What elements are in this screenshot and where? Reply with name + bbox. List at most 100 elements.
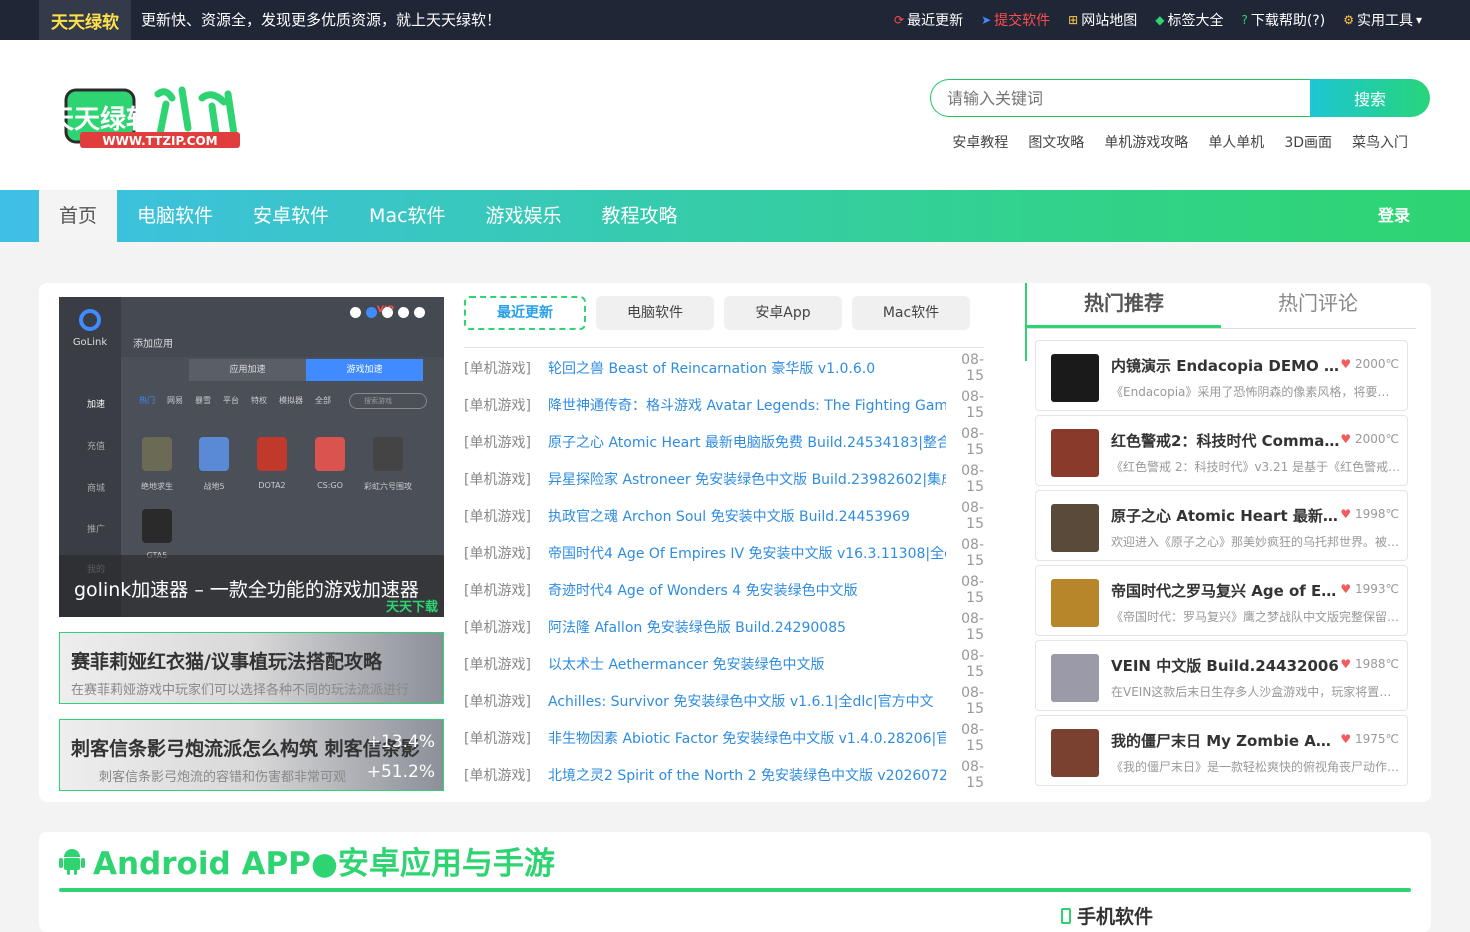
hotword-link[interactable]: 图文攻略 <box>1028 132 1084 152</box>
download-help-link[interactable]: ? 下载帮助(?) <box>1241 10 1325 30</box>
paper-plane-icon: ➤ <box>981 13 992 27</box>
login-button[interactable]: 登录 <box>1378 190 1410 242</box>
hot-item[interactable]: 内镜演示 Endacopia DEMO 游戏 ♥ 2000℃ 《Endacopi… <box>1035 340 1408 411</box>
sitemap-link[interactable]: ⊞ 网站地图 <box>1068 10 1137 30</box>
hotword-link[interactable]: 单机游戏攻略 <box>1104 132 1188 152</box>
search-input[interactable] <box>930 79 1310 117</box>
item-title[interactable]: 帝国时代4 Age Of Empires IV 免安装中文版 v16.3.113… <box>548 543 946 563</box>
item-category[interactable]: [单机游戏] <box>464 469 548 489</box>
heart-icon: ♥ <box>1340 357 1352 371</box>
slider-app-filters: 热门 网易 暴雪 平台 特权 模拟器 全部 <box>139 396 331 405</box>
slider-dot[interactable] <box>398 307 409 318</box>
tab-hot-recommend[interactable]: 热门推荐 <box>1027 283 1221 328</box>
tab-pc[interactable]: 电脑软件 <box>596 296 714 330</box>
item-title[interactable]: Achilles: Survivor 免安装绿色中文版 v1.6.1|全dlc|… <box>548 691 946 711</box>
hot-item-desc: 《红色警戒 2：科技时代》v3.21 是基于《红色警戒 2》 <box>1111 460 1401 474</box>
update-list: [单机游戏] 轮回之兽 Beast of Reincarnation 豪华版 v1… <box>464 349 984 793</box>
tab-mac[interactable]: Mac软件 <box>852 296 970 330</box>
item-date: 08-15 <box>961 499 984 532</box>
hot-item[interactable]: 原子之心 Atomic Heart 最新电脑版免费 ♥ 1998℃ 欢迎进入《原… <box>1035 490 1408 561</box>
heart-icon: ♥ <box>1340 432 1352 446</box>
article-card[interactable]: 赛菲莉娅红衣猫/议事植玩法搭配攻略 在赛菲莉娅游戏中玩家们可以选择各种不同的玩法… <box>59 632 444 704</box>
item-title[interactable]: 异星探险家 Astroneer 免安装绿色中文版 Build.23982602|… <box>548 469 946 489</box>
hotword-link[interactable]: 安卓教程 <box>952 132 1008 152</box>
heart-icon: ♥ <box>1340 657 1352 671</box>
nav-mac-software[interactable]: Mac软件 <box>349 190 465 242</box>
hot-item[interactable]: VEIN 中文版 Build.24432006 ♥ 1988℃ 在VEIN这款后… <box>1035 640 1408 711</box>
hotword-link[interactable]: 菜鸟入门 <box>1352 132 1408 152</box>
item-category[interactable]: [单机游戏] <box>464 543 548 563</box>
hot-item-heat: ♥ 1998℃ <box>1340 507 1399 521</box>
hot-item-title: 帝国时代之罗马复兴 Age of Empires <box>1111 582 1341 600</box>
item-category[interactable]: [单机游戏] <box>464 580 548 600</box>
item-category[interactable]: [单机游戏] <box>464 432 548 452</box>
heart-icon: ♥ <box>1340 732 1352 746</box>
hot-item-heat: ♥ 1993℃ <box>1340 582 1399 596</box>
slider-dot[interactable] <box>366 307 377 318</box>
gta5-icon <box>142 509 172 543</box>
nav-home[interactable]: 首页 <box>39 190 118 242</box>
tools-dropdown[interactable]: ⚙ 实用工具 ▾ <box>1343 10 1422 30</box>
list-item: [单机游戏] 以太术士 Aethermancer 免安装绿色中文版 08-15 <box>464 645 984 682</box>
slider-dot[interactable] <box>350 307 361 318</box>
hot-item[interactable]: 红色警戒2：科技时代 Command & Conquer ♥ 2000℃ 《红色… <box>1035 415 1408 486</box>
nav-games[interactable]: 游戏娱乐 <box>466 190 582 242</box>
item-title[interactable]: 奇迹时代4 Age of Wonders 4 免安装绿色中文版 <box>548 580 946 600</box>
item-category[interactable]: [单机游戏] <box>464 358 548 378</box>
hot-item-desc: 《Endacopia》采用了恐怖阴森的像素风格，将要扮演一 <box>1111 385 1401 399</box>
logo-url: WWW.TTZIP.COM <box>102 134 217 148</box>
hot-item[interactable]: 我的僵尸末日 My Zombie Apocalypse ♥ 1975℃ 《我的僵… <box>1035 715 1408 786</box>
tab-recent[interactable]: 最近更新 <box>464 296 586 330</box>
article-card-title: 赛菲莉娅红衣猫/议事植玩法搭配攻略 <box>71 651 382 673</box>
item-category[interactable]: [单机游戏] <box>464 654 548 674</box>
csgo-icon <box>315 437 345 471</box>
android-section-title: Android APP●安卓应用与手游 <box>59 838 555 883</box>
item-category[interactable]: [单机游戏] <box>464 691 548 711</box>
list-item: [单机游戏] 执政官之魂 Archon Soul 免安装中文版 Build.244… <box>464 497 984 534</box>
item-title[interactable]: 北境之灵2 Spirit of the North 2 免安装绿色中文版 v20… <box>548 765 946 785</box>
item-title[interactable]: 降世神通传奇：格斗游戏 Avatar Legends: The Fighting… <box>548 395 946 415</box>
top-links: ⟳ 最近更新 ➤ 提交软件 ⊞ 网站地图 ◆ 标签大全 ? 下载帮助(?) ⚙ 实用工具 ▾ <box>894 0 1422 40</box>
top-bar: 天天绿软 更新快、资源全，发现更多优质资源，就上天天绿软！ ⟳ 最近更新 ➤ 提交软… <box>0 0 1470 40</box>
slider-dot[interactable] <box>382 307 393 318</box>
item-title[interactable]: 原子之心 Atomic Heart 最新电脑版免费 Build.24534183… <box>548 432 946 452</box>
item-title[interactable]: 轮回之兽 Beast of Reincarnation 豪华版 v1.0.6.0 <box>548 358 946 378</box>
hot-item[interactable]: 帝国时代之罗马复兴 Age of Empires ♥ 1993℃ 《帝国时代：罗… <box>1035 565 1408 636</box>
item-date: 08-15 <box>961 610 984 643</box>
item-category[interactable]: [单机游戏] <box>464 728 548 748</box>
article-card[interactable]: 刺客信条影弓炮流派怎么构筑 刺客信条影 刺客信条影弓炮流的容错和伤害都非常可观 … <box>59 719 444 791</box>
hotword-link[interactable]: 单人单机 <box>1208 132 1264 152</box>
item-category[interactable]: [单机游戏] <box>464 617 548 637</box>
hotword-link[interactable]: 3D画面 <box>1284 132 1332 152</box>
nav-android-software[interactable]: 安卓软件 <box>233 190 349 242</box>
game-thumbnail <box>1051 729 1099 777</box>
tags-link[interactable]: ◆ 标签大全 <box>1155 10 1223 30</box>
item-date: 08-15 <box>961 388 984 421</box>
hot-item-desc: 《我的僵尸末日》是一款轻松爽快的俯视角丧尸动作游戏 <box>1111 760 1401 774</box>
item-title[interactable]: 以太术士 Aethermancer 免安装绿色中文版 <box>548 654 946 674</box>
site-logo[interactable]: 天天绿软 WWW.TTZIP.COM <box>62 84 244 184</box>
submit-software-link[interactable]: ➤ 提交软件 <box>981 10 1050 30</box>
sidebar-tabs: 热门推荐 热门评论 <box>1027 283 1416 329</box>
item-title[interactable]: 非生物因素 Abiotic Factor 免安装绿色中文版 v1.4.0.282… <box>548 728 946 748</box>
sitemap-icon: ⊞ <box>1068 13 1079 27</box>
tab-android[interactable]: 安卓App <box>724 296 842 330</box>
item-date: 08-15 <box>961 536 984 569</box>
item-category[interactable]: [单机游戏] <box>464 395 548 415</box>
recent-updates-link[interactable]: ⟳ 最近更新 <box>894 10 963 30</box>
brand-name[interactable]: 天天绿软 <box>39 0 131 40</box>
item-title[interactable]: 阿法隆 Afallon 免安装绿色版 Build.24290085 <box>548 617 946 637</box>
item-date: 08-15 <box>961 721 984 754</box>
search-button[interactable]: 搜索 <box>1310 79 1430 117</box>
nav-tutorials[interactable]: 教程攻略 <box>582 190 698 242</box>
game-thumbnail <box>1051 579 1099 627</box>
featured-slider[interactable]: GoLink 加速 充值 商城 推广 我的 VIP 添加应用 应用加速 游戏加速… <box>59 297 444 617</box>
item-category[interactable]: [单机游戏] <box>464 765 548 785</box>
nav-pc-software[interactable]: 电脑软件 <box>117 190 233 242</box>
slider-dot[interactable] <box>414 307 425 318</box>
tab-hot-comments[interactable]: 热门评论 <box>1221 283 1415 328</box>
item-category[interactable]: [单机游戏] <box>464 506 548 526</box>
list-item: [单机游戏] 非生物因素 Abiotic Factor 免安装绿色中文版 v1.4… <box>464 719 984 756</box>
slider-caption-text[interactable]: golink加速器 – 一款全功能的游戏加速器 <box>74 575 429 602</box>
item-title[interactable]: 执政官之魂 Archon Soul 免安装中文版 Build.24453969 <box>548 506 946 526</box>
